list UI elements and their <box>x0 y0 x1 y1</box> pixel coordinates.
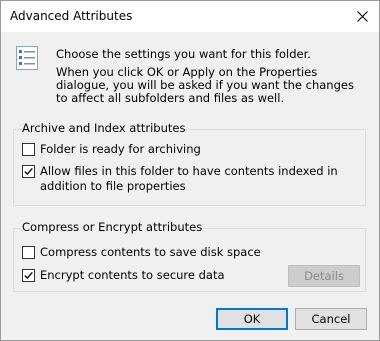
close-icon <box>356 11 368 22</box>
checkmark-icon <box>24 271 33 280</box>
encrypt-checkbox-label: Encrypt contents to secure data <box>40 268 225 282</box>
archive-option-row[interactable]: Folder is ready for archiving <box>22 142 201 157</box>
details-button[interactable]: Details <box>288 265 360 287</box>
encrypt-checkbox[interactable] <box>22 269 35 282</box>
attributes-list-icon <box>16 46 38 70</box>
index-option-row[interactable]: Allow files in this folder to have conte… <box>22 164 367 194</box>
archive-checkbox[interactable] <box>22 143 35 156</box>
index-checkbox-label: Allow files in this folder to have conte… <box>40 164 338 193</box>
title-bar[interactable]: Advanced Attributes <box>1 1 379 32</box>
archive-checkbox-label: Folder is ready for archiving <box>40 142 201 156</box>
intro-heading: Choose the settings you want for this fo… <box>56 47 311 61</box>
cancel-button[interactable]: Cancel <box>295 308 367 330</box>
advanced-attributes-dialog: Advanced Attributes Choose the settings … <box>0 0 380 341</box>
compress-option-row[interactable]: Compress contents to save disk space <box>22 245 261 260</box>
compress-checkbox[interactable] <box>22 246 35 259</box>
intro-description: When you click OK or Apply on the Proper… <box>56 65 354 105</box>
close-button[interactable] <box>345 1 379 32</box>
archive-index-group-title: Archive and Index attributes <box>21 121 187 135</box>
index-checkbox[interactable] <box>22 165 35 178</box>
encrypt-option-row[interactable]: Encrypt contents to secure data <box>22 268 225 283</box>
compress-encrypt-group-title: Compress or Encrypt attributes <box>21 220 204 234</box>
ok-button[interactable]: OK <box>216 308 288 330</box>
checkmark-icon <box>24 167 33 176</box>
dialog-title: Advanced Attributes <box>10 9 133 23</box>
compress-checkbox-label: Compress contents to save disk space <box>40 245 261 259</box>
